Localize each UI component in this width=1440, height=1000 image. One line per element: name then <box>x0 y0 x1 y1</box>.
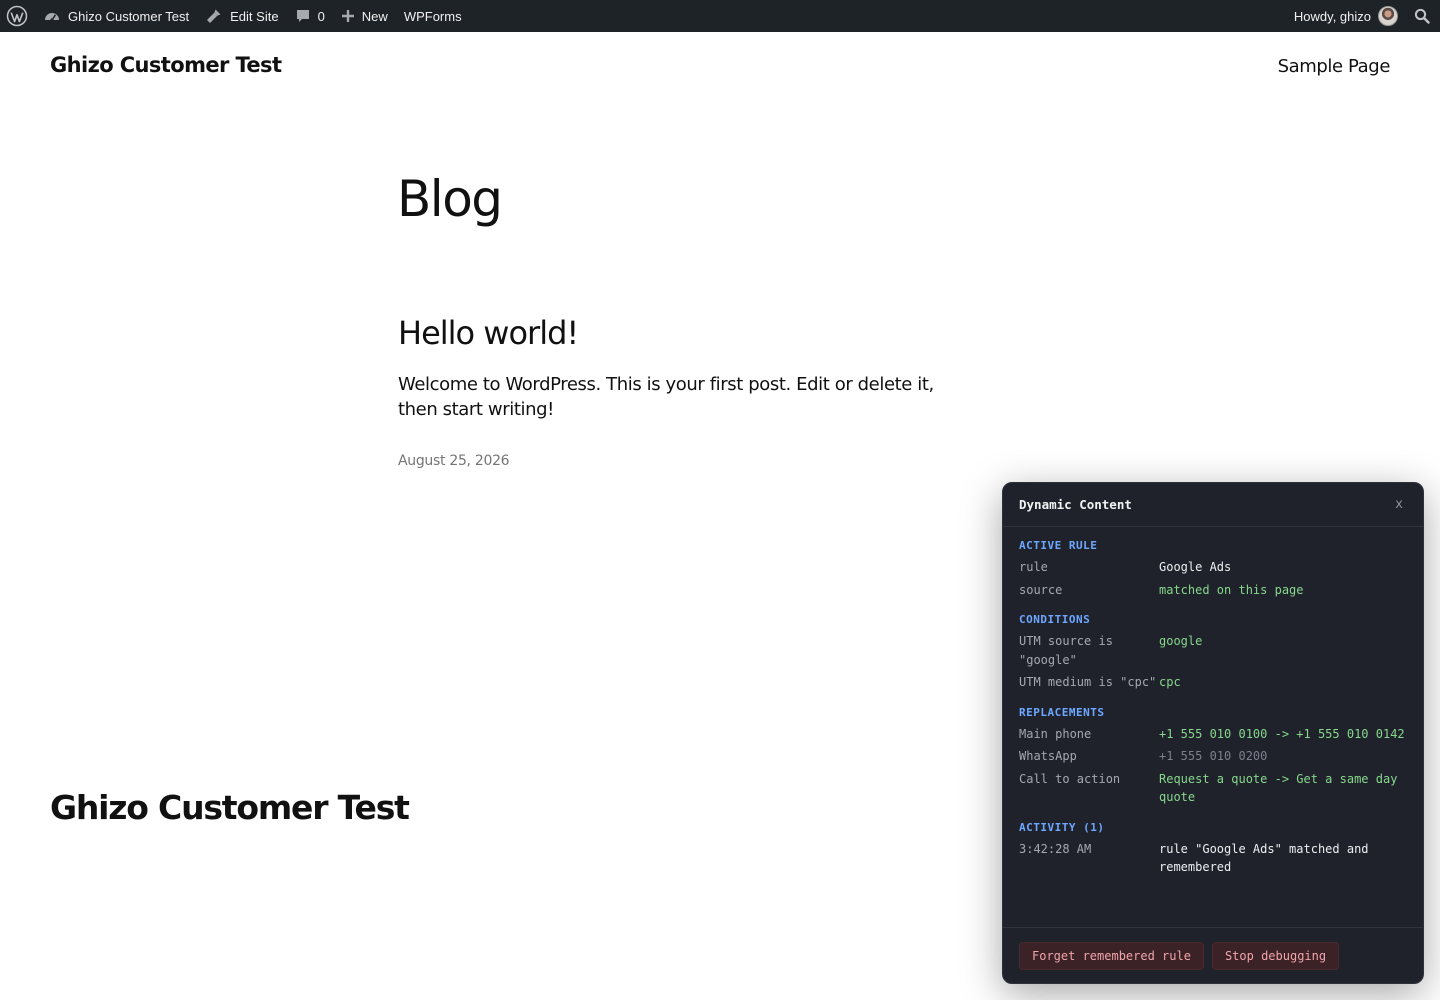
row-value: google <box>1159 634 1203 648</box>
new-label: New <box>361 8 388 24</box>
section-heading: REPLACEMENTS <box>1019 705 1105 719</box>
footer-site-title[interactable]: Ghizo Customer Test <box>50 788 410 827</box>
avatar <box>1378 6 1398 26</box>
panel-header: Dynamic Content x <box>1003 483 1423 527</box>
forget-rule-button[interactable]: Forget remembered rule <box>1019 941 1204 970</box>
wp-logo-menu[interactable] <box>0 0 35 32</box>
row-key: UTM source is "google" <box>1019 634 1113 667</box>
stop-debugging-button[interactable]: Stop debugging <box>1211 941 1340 970</box>
nav-item-sample-page[interactable]: Sample Page <box>1278 56 1391 77</box>
dashboard-icon <box>45 13 59 22</box>
site-title[interactable]: Ghizo Customer Test <box>50 53 282 77</box>
page-title: Blog <box>397 170 503 228</box>
edit-site-label: Edit Site <box>230 8 279 24</box>
row-key: Call to action <box>1019 771 1121 786</box>
dynamic-content-debug-panel: Dynamic Content x ACTIVE RULE rule Googl… <box>1002 482 1424 984</box>
activity-section: ACTIVITY (1) 3:42:28 AM rule "Google Ads… <box>1019 821 1407 877</box>
close-button[interactable]: x <box>1391 497 1407 512</box>
section-heading: CONDITIONS <box>1019 613 1091 626</box>
admin-search[interactable] <box>1406 0 1440 32</box>
row-key: rule <box>1019 560 1048 574</box>
search-icon <box>1414 8 1430 24</box>
info-row: WhatsApp +1 555 010 0200 <box>1019 747 1407 766</box>
wordpress-icon <box>6 5 28 27</box>
row-key: source <box>1019 582 1063 597</box>
post-excerpt: Welcome to WordPress. This is your first… <box>398 374 934 420</box>
row-key: 3:42:28 AM <box>1019 841 1092 856</box>
row-key: WhatsApp <box>1019 749 1077 763</box>
comments-link[interactable]: 0 <box>287 0 333 32</box>
info-row: rule Google Ads <box>1019 558 1407 577</box>
section-heading: ACTIVITY (1) <box>1019 820 1105 834</box>
row-value: Request a quote -> Get a same day quote <box>1159 771 1398 805</box>
active-rule-section: ACTIVE RULE rule Google Ads source match… <box>1019 539 1407 599</box>
info-row: 3:42:28 AM rule "Google Ads" matched and… <box>1019 840 1407 877</box>
new-content-menu[interactable]: New <box>333 0 396 32</box>
info-row: UTM medium is "cpc" cpc <box>1019 673 1407 692</box>
account-menu[interactable]: Howdy, ghizo <box>1286 0 1406 32</box>
post-title[interactable]: Hello world! <box>398 314 579 352</box>
info-row: Call to action Request a quote -> Get a … <box>1019 770 1407 807</box>
row-value: matched on this page <box>1159 582 1304 597</box>
brush-icon <box>207 9 221 23</box>
panel-body: ACTIVE RULE rule Google Ads source match… <box>1003 527 1423 929</box>
row-value: Google Ads <box>1159 560 1232 574</box>
wpforms-menu[interactable]: WPForms <box>396 0 470 32</box>
comment-icon <box>296 10 309 22</box>
info-row: UTM source is "google" google <box>1019 632 1407 669</box>
row-value: rule "Google Ads" matched and remembered <box>1159 841 1369 875</box>
panel-footer: Forget remembered rule Stop debugging <box>1003 927 1423 983</box>
plus-icon <box>341 10 354 22</box>
edit-site-link[interactable]: Edit Site <box>197 0 286 32</box>
wpforms-label: WPForms <box>403 8 462 24</box>
panel-title: Dynamic Content <box>1019 497 1132 512</box>
info-row: Main phone +1 555 010 0100 -> +1 555 010… <box>1019 725 1407 744</box>
row-value: cpc <box>1159 675 1181 689</box>
info-row: source matched on this page <box>1019 581 1407 600</box>
row-key: UTM medium is "cpc" <box>1019 675 1157 689</box>
row-key: Main phone <box>1019 726 1092 741</box>
site-name-label: Ghizo Customer Test <box>68 8 190 24</box>
conditions-section: CONDITIONS UTM source is "google" google… <box>1019 613 1407 692</box>
admin-bar: Ghizo Customer Test Edit Site 0 New WPFo… <box>0 0 1440 32</box>
howdy-label: Howdy, ghizo <box>1293 8 1371 24</box>
post-date[interactable]: August 25, 2026 <box>398 453 510 469</box>
row-value: +1 555 010 0200 <box>1159 749 1268 763</box>
row-value: +1 555 010 0100 -> +1 555 010 0142 <box>1159 726 1405 741</box>
comments-count: 0 <box>317 8 325 24</box>
replacements-section: REPLACEMENTS Main phone +1 555 010 0100 … <box>1019 706 1407 807</box>
site-name-menu[interactable]: Ghizo Customer Test <box>35 0 197 32</box>
section-heading: ACTIVE RULE <box>1019 539 1098 552</box>
